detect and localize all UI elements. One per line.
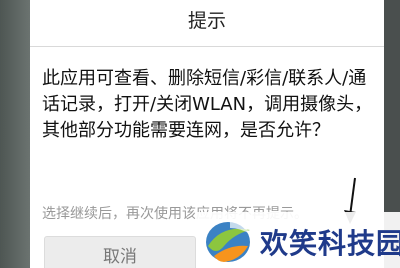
watermark-text: 欢笑科技园: [260, 227, 400, 260]
title-divider: [30, 46, 384, 47]
background-left-edge: [0, 0, 30, 268]
watermark: 欢笑科技园: [196, 212, 400, 268]
dialog-message: 此应用可查看、删除短信/彩信/联系人/通话记录，打开/关闭WLAN，调用摄像头，…: [42, 68, 373, 141]
cancel-button[interactable]: 取消: [44, 236, 196, 268]
globe-logo-icon: [206, 222, 250, 262]
dialog-title: 提示: [187, 10, 226, 32]
